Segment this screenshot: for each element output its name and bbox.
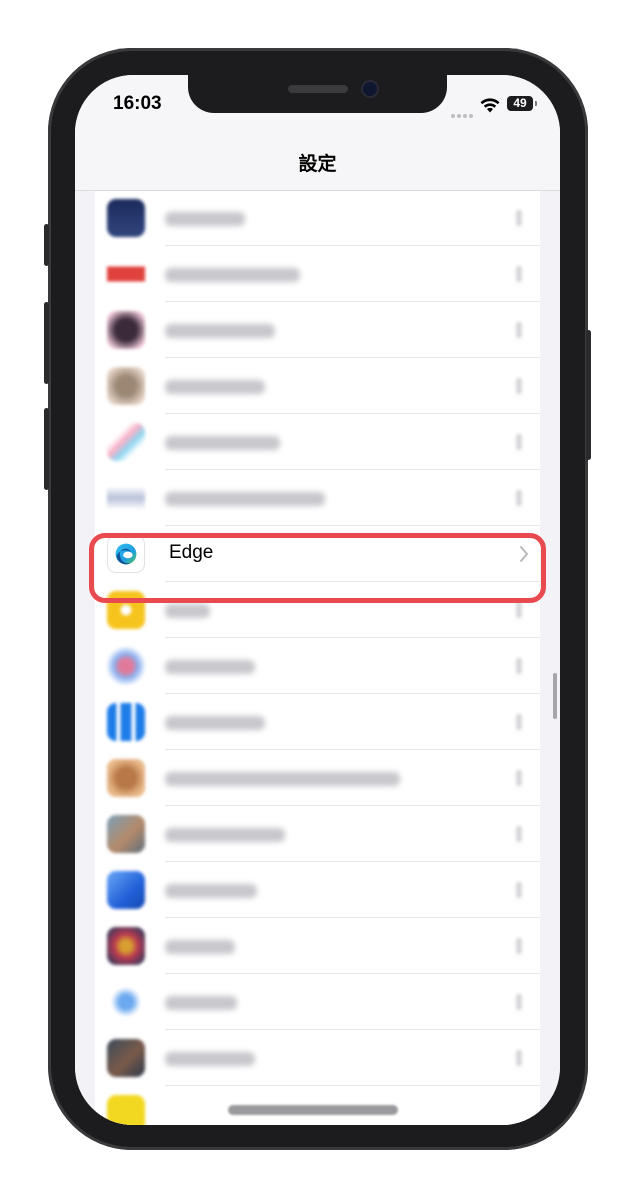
blurred-app-icon <box>107 647 145 685</box>
front-camera <box>363 82 377 96</box>
notch <box>188 75 447 113</box>
blurred-app-icon <box>107 1095 145 1125</box>
navigation-bar: 設定 <box>75 135 560 191</box>
home-indicator[interactable] <box>228 1105 398 1115</box>
wifi-icon <box>480 98 500 113</box>
blurred-app-name <box>165 492 325 506</box>
blurred-chevron-icon <box>516 322 522 338</box>
blurred-app-name <box>165 716 265 730</box>
blurred-app-name <box>165 996 237 1010</box>
blurred-chevron-icon <box>516 882 522 898</box>
blurred-app-row[interactable] <box>95 862 540 918</box>
blurred-app-name <box>165 1052 255 1066</box>
phone-screen: 16:03 49 設定 Edge <box>75 75 560 1125</box>
blurred-app-icon <box>107 1039 145 1077</box>
page-title: 設定 <box>298 154 337 175</box>
silent-switch <box>44 224 49 266</box>
blurred-chevron-icon <box>516 490 522 506</box>
blurred-app-name <box>165 772 400 786</box>
blurred-app-row[interactable] <box>95 358 540 414</box>
volume-up-button <box>44 302 49 384</box>
power-button <box>586 330 591 460</box>
blurred-app-row[interactable] <box>95 470 540 526</box>
blurred-app-row[interactable] <box>95 974 540 1030</box>
blurred-app-row[interactable] <box>95 806 540 862</box>
earpiece-speaker <box>288 85 348 93</box>
status-time: 16:03 <box>113 93 162 114</box>
blurred-chevron-icon <box>516 770 522 786</box>
blurred-chevron-icon <box>516 1050 522 1066</box>
blurred-app-name <box>165 828 285 842</box>
battery-icon: 49 <box>507 96 533 111</box>
blurred-app-icon <box>107 199 145 237</box>
blurred-app-name <box>165 604 210 618</box>
blurred-app-name <box>165 436 280 450</box>
blurred-app-row[interactable] <box>95 750 540 806</box>
blurred-app-icon <box>107 255 145 293</box>
blurred-app-name <box>165 324 275 338</box>
blurred-app-icon <box>107 423 145 461</box>
edge-row-highlight <box>89 533 546 603</box>
blurred-app-icon <box>107 927 145 965</box>
blurred-app-icon <box>107 311 145 349</box>
blurred-app-row[interactable] <box>95 246 540 302</box>
blurred-app-name <box>165 884 257 898</box>
blurred-chevron-icon <box>516 938 522 954</box>
blurred-chevron-icon <box>516 714 522 730</box>
scroll-indicator[interactable] <box>553 673 557 719</box>
blurred-chevron-icon <box>516 602 522 618</box>
blurred-app-row[interactable] <box>95 302 540 358</box>
blurred-chevron-icon <box>516 210 522 226</box>
blurred-app-icon <box>107 815 145 853</box>
blurred-chevron-icon <box>516 658 522 674</box>
blurred-app-name <box>165 660 255 674</box>
blurred-app-row[interactable] <box>95 918 540 974</box>
blurred-app-icon <box>107 703 145 741</box>
blurred-app-name <box>165 940 235 954</box>
blurred-app-row[interactable] <box>95 638 540 694</box>
battery-tip <box>535 101 537 106</box>
blurred-app-icon <box>107 367 145 405</box>
cellular-signal-icon <box>451 105 479 118</box>
blurred-chevron-icon <box>516 826 522 842</box>
volume-down-button <box>44 408 49 490</box>
blurred-app-icon <box>107 759 145 797</box>
blurred-app-row[interactable] <box>95 190 540 246</box>
app-settings-list[interactable]: Edge <box>75 155 560 1125</box>
blurred-app-row[interactable] <box>95 694 540 750</box>
blurred-chevron-icon <box>516 266 522 282</box>
blurred-app-name <box>165 380 265 394</box>
blurred-app-name <box>165 268 300 282</box>
blurred-app-icon <box>107 479 145 517</box>
blurred-app-icon <box>107 983 145 1021</box>
blurred-chevron-icon <box>516 434 522 450</box>
blurred-app-row[interactable] <box>95 414 540 470</box>
blurred-app-row[interactable] <box>95 1030 540 1086</box>
blurred-chevron-icon <box>516 994 522 1010</box>
blurred-chevron-icon <box>516 378 522 394</box>
blurred-app-name <box>165 212 245 226</box>
blurred-app-icon <box>107 871 145 909</box>
